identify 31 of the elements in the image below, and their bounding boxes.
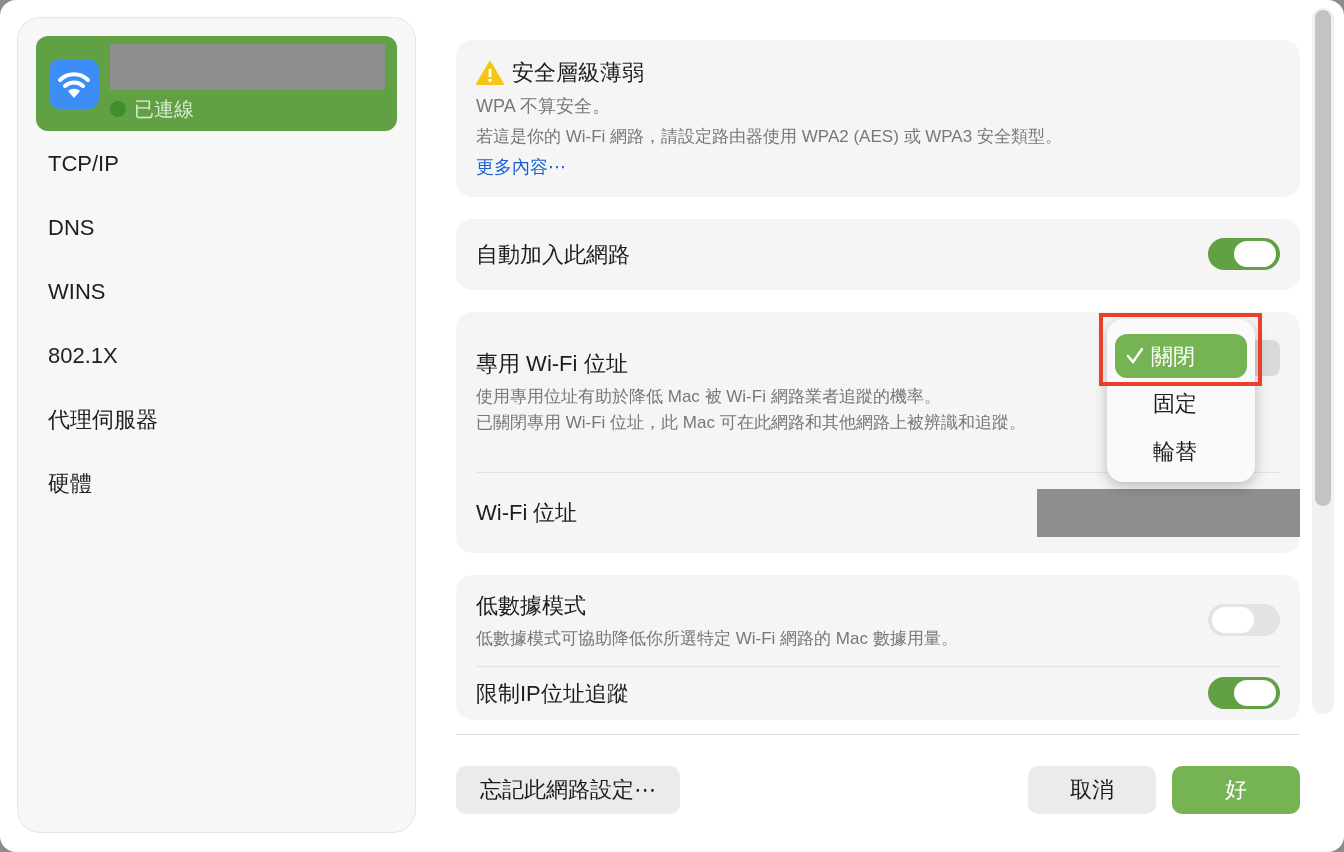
- setting-label: 限制IP位址追蹤: [476, 679, 629, 708]
- warning-subtitle: WPA 不算安全。: [476, 95, 611, 118]
- wifi-icon: [48, 57, 100, 110]
- setting-label: 自動加入此網路: [476, 240, 630, 269]
- sidebar-item[interactable]: DNS: [36, 195, 397, 259]
- toggle-switch[interactable]: [1208, 604, 1280, 637]
- sidebar-item[interactable]: 802.1X: [36, 323, 397, 387]
- toggle-switch[interactable]: [1208, 677, 1280, 710]
- menu-option[interactable]: 輪替: [1115, 434, 1247, 468]
- setting-label: 低數據模式: [476, 591, 587, 620]
- cancel-button[interactable]: 取消: [1028, 765, 1156, 814]
- setting-description: 使用專用位址有助於降低 Mac 被 Wi-Fi 網路業者追蹤的機率。: [476, 385, 942, 408]
- sidebar-item[interactable]: 硬體: [36, 451, 397, 515]
- scrollbar-thumb[interactable]: [1315, 10, 1331, 506]
- sidebar-item[interactable]: 代理伺服器: [36, 387, 397, 451]
- sidebar-item[interactable]: TCP/IP: [36, 131, 397, 195]
- warning-icon: [476, 60, 504, 85]
- more-info-link[interactable]: 更多內容⋯: [476, 153, 566, 181]
- menu-option[interactable]: 固定: [1115, 386, 1247, 420]
- toggle-switch[interactable]: [1208, 238, 1280, 270]
- forget-network-button[interactable]: 忘記此網路設定⋯: [456, 765, 680, 814]
- setting-description: 已關閉專用 Wi-Fi 位址，此 Mac 可在此網路和其他網路上被辨識和追蹤。: [476, 412, 1026, 434]
- warning-text: 若這是你的 Wi-Fi 網路，請設定路由器使用 WPA2 (AES) 或 WPA3 安全類型。: [476, 126, 1063, 148]
- setting-label: 專用 Wi-Fi 位址: [476, 349, 629, 378]
- scrollbar[interactable]: [1312, 8, 1334, 714]
- setting-description: 低數據模式可協助降低你所選特定 Wi-Fi 網路的 Mac 數據用量。: [476, 627, 958, 650]
- setting-label: Wi-Fi 位址: [476, 499, 578, 527]
- status-text: 已連線: [134, 97, 194, 122]
- sidebar-item[interactable]: WINS: [36, 259, 397, 323]
- warning-title: 安全層級薄弱: [512, 59, 644, 87]
- checkmark-icon: [1125, 346, 1145, 366]
